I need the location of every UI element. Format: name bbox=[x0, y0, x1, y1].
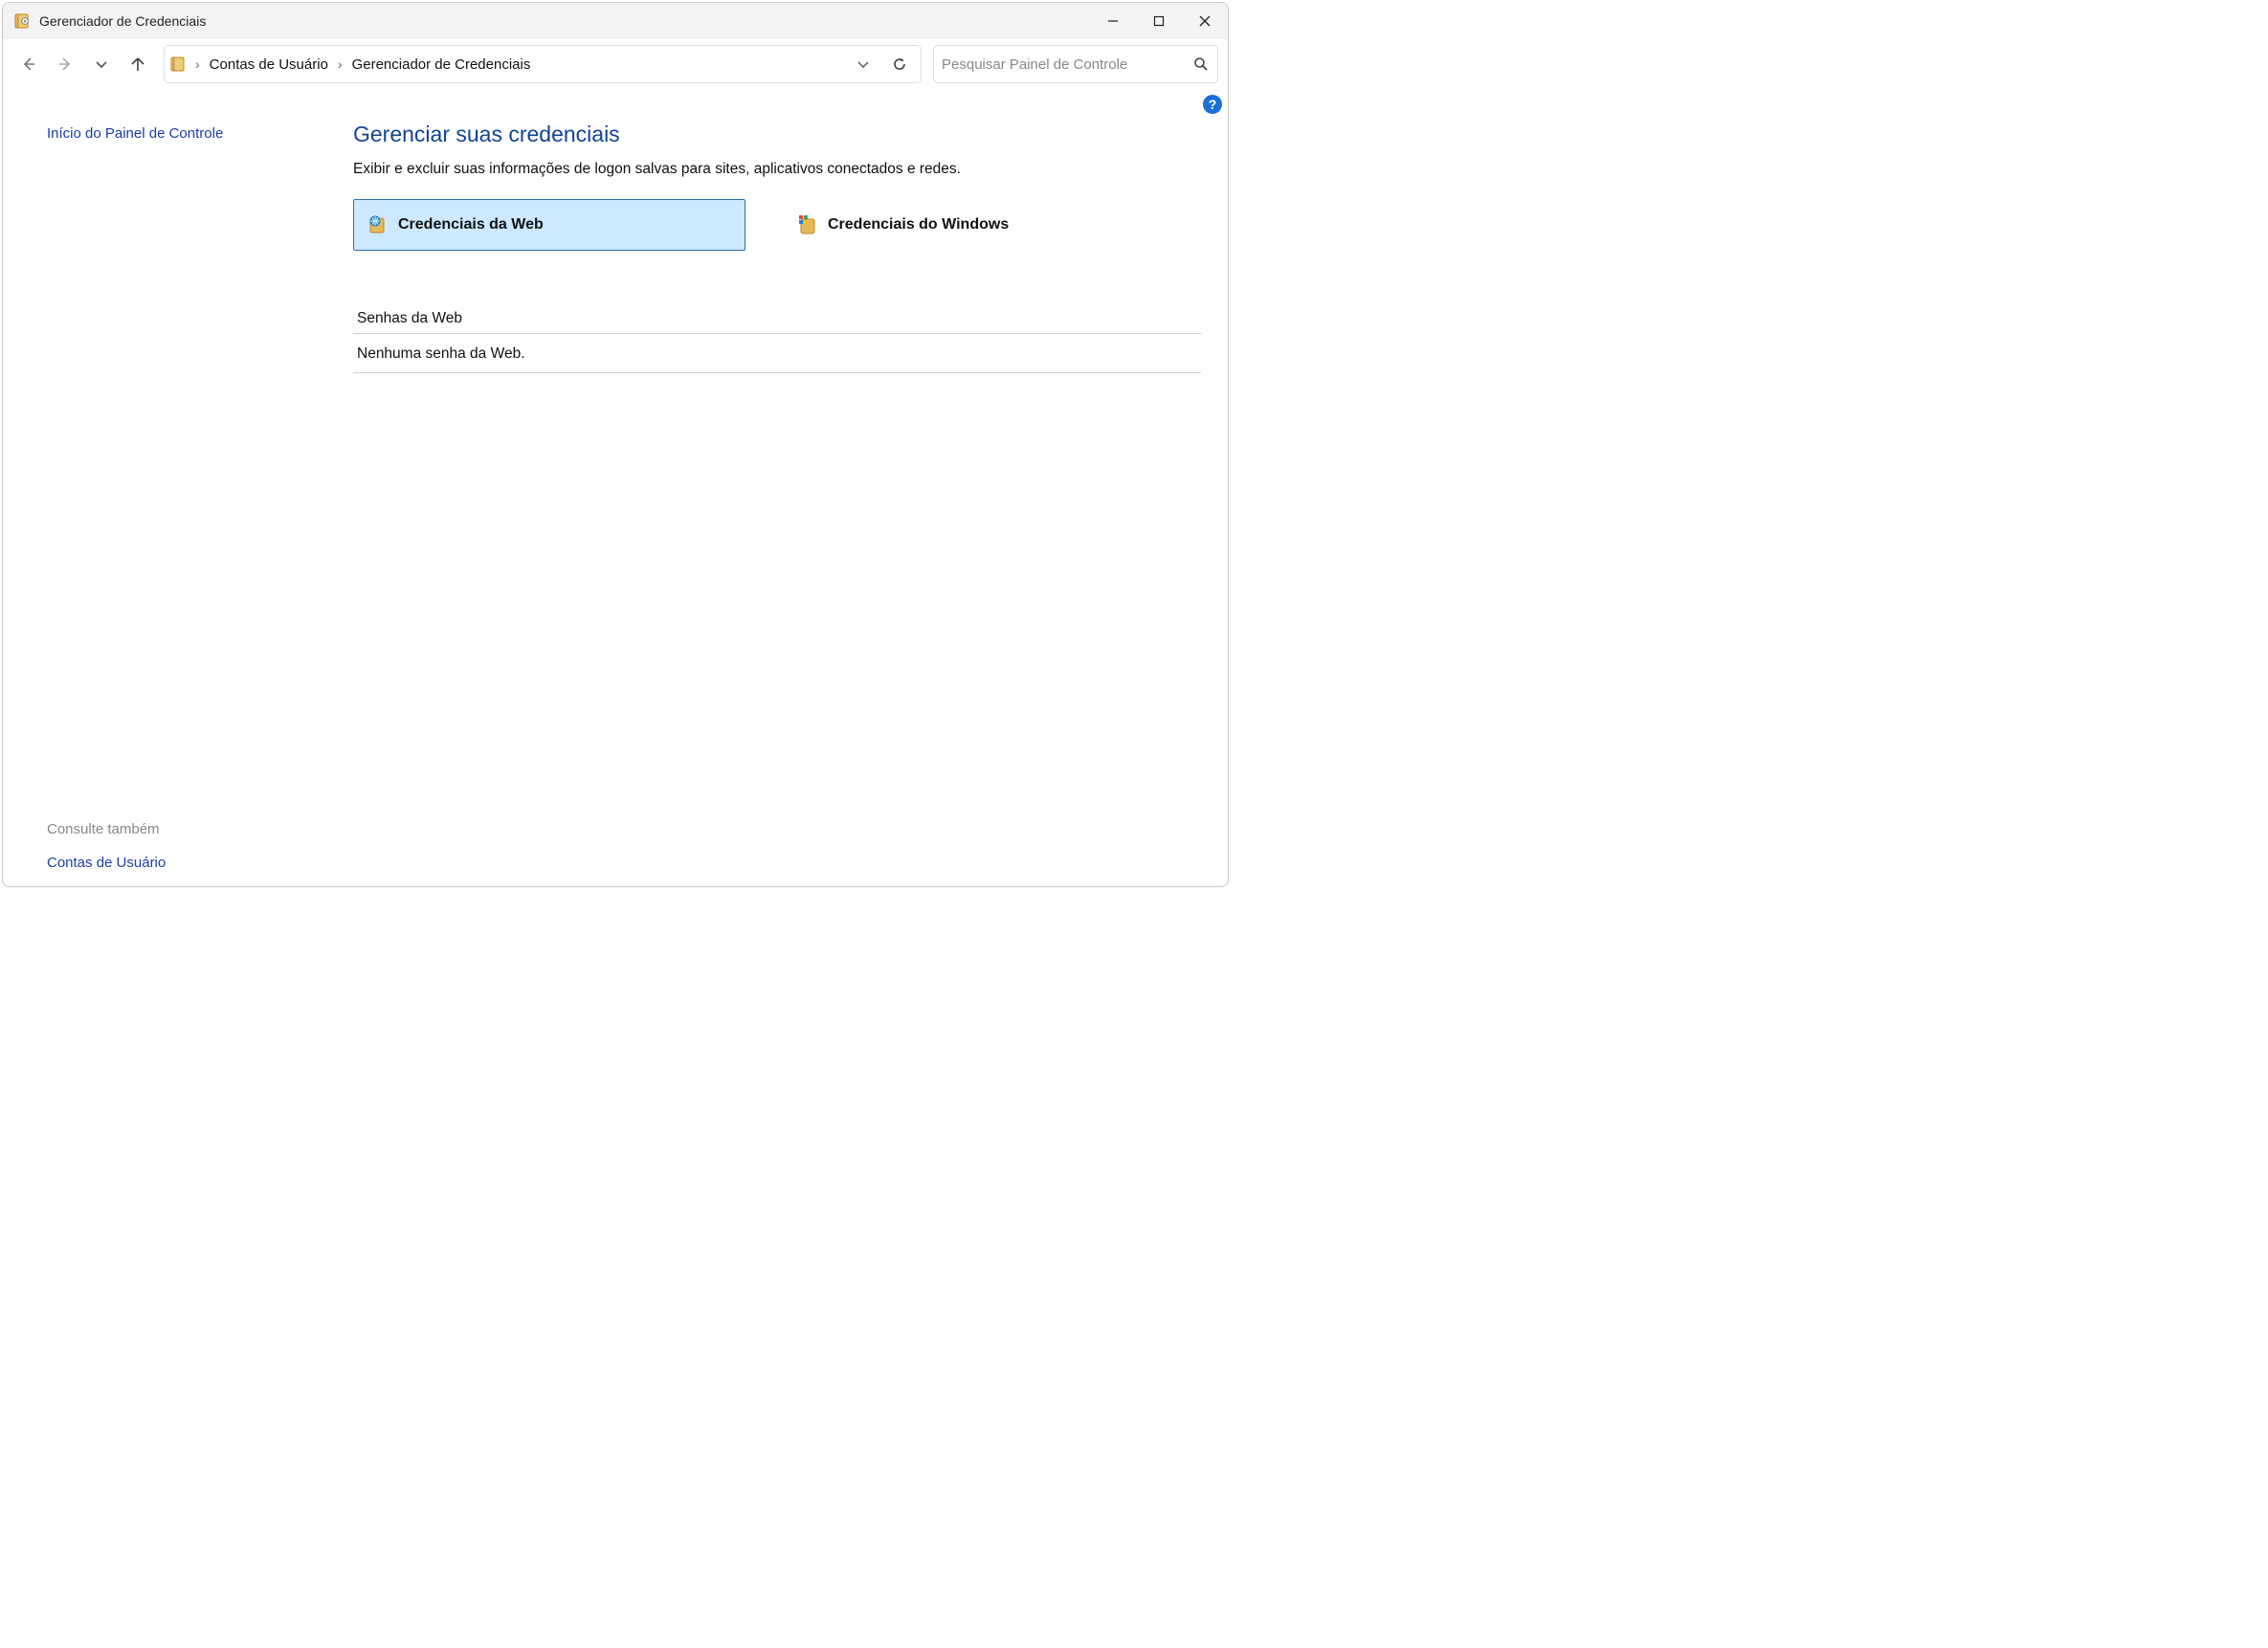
breadcrumb-item[interactable]: Contas de Usuário bbox=[208, 55, 330, 75]
help-icon[interactable]: ? bbox=[1203, 95, 1222, 114]
app-icon bbox=[14, 12, 32, 30]
main-content: Gerenciar suas credenciais Exibir e excl… bbox=[338, 89, 1228, 886]
window-title: Gerenciador de Credenciais bbox=[39, 13, 1090, 29]
tab-windows-credentials[interactable]: Credenciais do Windows bbox=[784, 199, 1176, 251]
windows-credentials-icon bbox=[797, 213, 820, 236]
section-empty-message: Nenhuma senha da Web. bbox=[353, 338, 1201, 373]
see-also-link[interactable]: Contas de Usuário bbox=[47, 855, 166, 871]
credential-tabs: Credenciais da Web bbox=[353, 199, 1201, 251]
sidebar: Início do Painel de Controle Consulte ta… bbox=[3, 89, 338, 886]
content-body: ? Início do Painel de Controle Consulte … bbox=[3, 89, 1228, 886]
search-input[interactable] bbox=[942, 56, 1192, 73]
nav-row: › Contas de Usuário › Gerenciador de Cre… bbox=[3, 39, 1228, 89]
see-also-label: Consulte também bbox=[47, 821, 311, 837]
tab-label: Credenciais da Web bbox=[398, 216, 544, 234]
control-panel-window: Gerenciador de Credenciais bbox=[2, 2, 1229, 887]
tab-label: Credenciais do Windows bbox=[828, 216, 1009, 234]
titlebar: Gerenciador de Credenciais bbox=[3, 3, 1228, 39]
maximize-button[interactable] bbox=[1136, 3, 1182, 39]
forward-button[interactable] bbox=[49, 48, 81, 80]
minimize-button[interactable] bbox=[1090, 3, 1136, 39]
breadcrumb-separator-icon: › bbox=[336, 56, 345, 72]
page-heading: Gerenciar suas credenciais bbox=[353, 122, 1201, 147]
close-button[interactable] bbox=[1182, 3, 1228, 39]
breadcrumb-item[interactable]: Gerenciador de Credenciais bbox=[350, 55, 533, 75]
back-button[interactable] bbox=[12, 48, 45, 80]
page-description: Exibir e excluir suas informações de log… bbox=[353, 161, 1201, 178]
control-panel-home-link[interactable]: Início do Painel de Controle bbox=[47, 125, 311, 142]
tab-web-credentials[interactable]: Credenciais da Web bbox=[353, 199, 745, 251]
address-bar[interactable]: › Contas de Usuário › Gerenciador de Cre… bbox=[164, 45, 922, 83]
search-box[interactable] bbox=[933, 45, 1218, 83]
up-button[interactable] bbox=[122, 48, 154, 80]
breadcrumb-separator-icon: › bbox=[193, 56, 202, 72]
refresh-button[interactable] bbox=[884, 49, 915, 79]
window-controls bbox=[1090, 3, 1228, 39]
recent-locations-button[interactable] bbox=[85, 48, 118, 80]
search-icon[interactable] bbox=[1192, 56, 1210, 73]
web-credentials-icon bbox=[367, 213, 390, 236]
section-title: Senhas da Web bbox=[353, 304, 1201, 334]
address-dropdown-button[interactable] bbox=[848, 49, 878, 79]
address-icon bbox=[170, 56, 188, 73]
